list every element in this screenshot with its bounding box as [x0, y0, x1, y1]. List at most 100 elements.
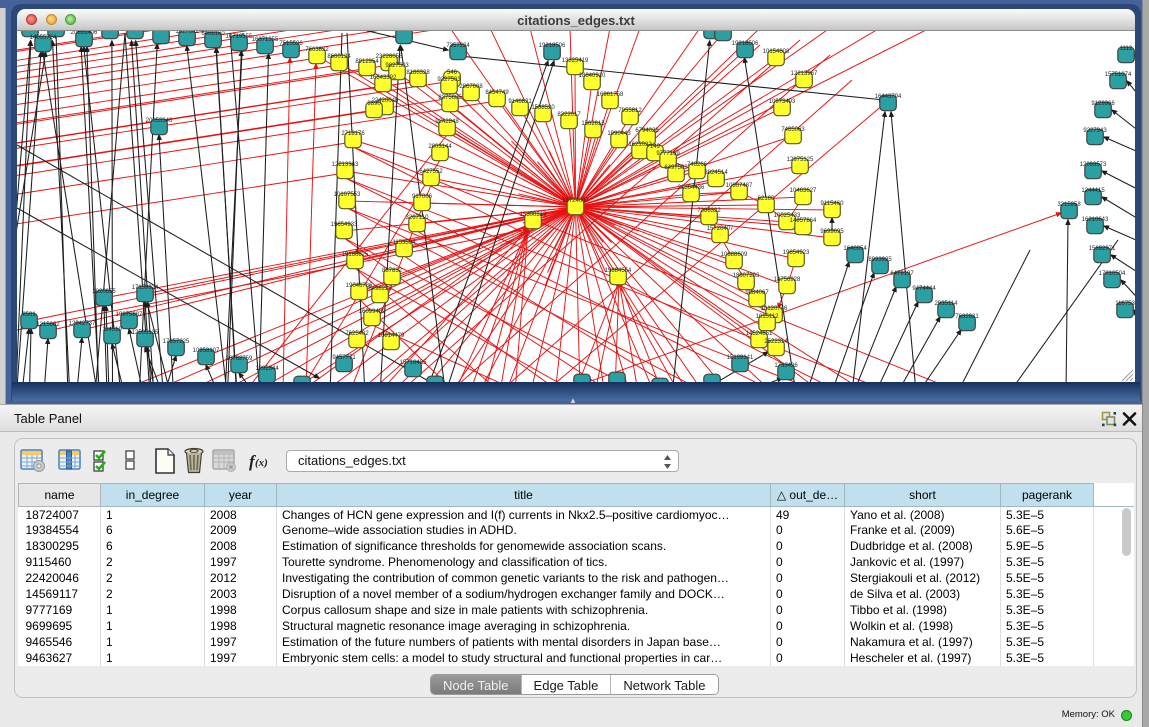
svg-text:7632621: 7632621 — [955, 314, 979, 320]
svg-text:1733426: 1733426 — [774, 363, 798, 369]
svg-text:9457771: 9457771 — [332, 355, 356, 361]
svg-text:15751074: 15751074 — [1105, 72, 1132, 78]
svg-text:149: 149 — [650, 144, 661, 150]
svg-text:7485063: 7485063 — [781, 127, 805, 133]
svg-text:1112: 1112 — [1120, 46, 1133, 52]
svg-text:9474444: 9474444 — [912, 286, 936, 292]
svg-text:12505135: 12505135 — [132, 330, 159, 336]
svg-text:2020655: 2020655 — [92, 289, 116, 295]
svg-text:16914479: 16914479 — [378, 333, 405, 339]
svg-text:16033809: 16033809 — [391, 31, 418, 33]
svg-text:19654923: 19654923 — [783, 250, 810, 256]
svg-text:19975887: 19975887 — [116, 312, 143, 318]
svg-text:23226058: 23226058 — [376, 54, 403, 60]
svg-text:6427552: 6427552 — [419, 169, 443, 175]
svg-text:2867608: 2867608 — [459, 84, 483, 90]
svg-text:12213363: 12213363 — [332, 162, 359, 168]
svg-text:19218506: 19218506 — [732, 41, 759, 47]
svg-text:7357224: 7357224 — [446, 43, 470, 49]
svg-text:887832: 887832 — [382, 268, 403, 274]
svg-text:7955812: 7955812 — [618, 108, 642, 114]
svg-text:10973493: 10973493 — [769, 99, 796, 105]
svg-text:7625402: 7625402 — [345, 331, 369, 337]
svg-text:9242848: 9242848 — [435, 119, 459, 125]
svg-text:12213967: 12213967 — [791, 71, 818, 77]
svg-text:12942737: 12942737 — [69, 321, 96, 327]
svg-text:14524851: 14524851 — [746, 331, 773, 337]
svg-text:16099489: 16099489 — [359, 309, 386, 315]
svg-text:3215958: 3215958 — [1057, 202, 1081, 208]
svg-text:8454749: 8454749 — [485, 90, 509, 96]
svg-text:8501: 8501 — [22, 312, 36, 318]
svg-text:21364436: 21364436 — [678, 185, 705, 191]
svg-text:8660124: 8660124 — [327, 54, 351, 60]
svg-text:10653267: 10653267 — [148, 31, 175, 33]
svg-text:9827503: 9827503 — [385, 63, 409, 69]
svg-text:3267110: 3267110 — [406, 215, 430, 221]
svg-text:9146821: 9146821 — [508, 99, 532, 105]
svg-text:1640954: 1640954 — [843, 246, 867, 252]
svg-text:10958107: 10958107 — [193, 348, 220, 354]
svg-text:1015112: 1015112 — [756, 314, 780, 320]
svg-text:15139141: 15139141 — [727, 355, 754, 361]
svg-text:9129966: 9129966 — [1091, 101, 1115, 107]
svg-text:16961758: 16961758 — [597, 92, 624, 98]
svg-text:8933925: 8933925 — [868, 257, 892, 263]
svg-text:5498222: 5498222 — [368, 286, 392, 292]
svg-text:17957225: 17957225 — [163, 339, 190, 345]
svg-text:9327503: 9327503 — [437, 77, 461, 83]
svg-text:12975125: 12975125 — [787, 157, 814, 163]
svg-text:(x): (x) — [255, 457, 268, 469]
svg-text:116753: 116753 — [1115, 301, 1135, 307]
svg-text:9884067: 9884067 — [745, 290, 769, 296]
svg-text:13325419: 13325419 — [562, 58, 589, 64]
svg-text:10120746: 10120746 — [761, 306, 788, 312]
svg-text:8322017: 8322017 — [557, 112, 581, 118]
svg-text:2522314: 2522314 — [764, 339, 788, 345]
svg-text:1588520: 1588520 — [531, 105, 555, 111]
svg-text:9699695: 9699695 — [820, 229, 844, 235]
svg-text:1244415: 1244415 — [1081, 188, 1105, 194]
svg-text:9227343: 9227343 — [1083, 128, 1107, 134]
svg-text:8186328: 8186328 — [406, 70, 430, 76]
svg-text:18756928: 18756928 — [774, 277, 801, 283]
svg-text:19218506: 19218506 — [539, 43, 566, 49]
svg-text:19654933: 19654933 — [331, 222, 358, 228]
svg-text:14055724: 14055724 — [30, 35, 57, 41]
svg-text:114519: 114519 — [102, 327, 122, 333]
svg-text:546: 546 — [447, 70, 458, 76]
svg-text:17159924: 17159924 — [132, 285, 159, 291]
svg-text:2935114: 2935114 — [935, 301, 959, 307]
svg-text:18724007: 18724007 — [562, 198, 589, 204]
svg-text:19166825: 19166825 — [342, 252, 369, 258]
svg-text:1153594: 1153594 — [393, 240, 417, 246]
svg-text:18640910: 18640910 — [579, 73, 606, 79]
svg-text:9890: 9890 — [367, 101, 381, 107]
svg-text:9115460: 9115460 — [821, 201, 845, 207]
svg-text:15300213: 15300213 — [520, 212, 547, 218]
svg-text:1527602: 1527602 — [175, 31, 199, 35]
svg-text:16443794: 16443794 — [875, 94, 902, 100]
svg-text:7663822: 7663822 — [305, 47, 329, 53]
svg-text:2718176: 2718176 — [341, 131, 365, 137]
svg-text:3824514: 3824514 — [704, 170, 728, 176]
svg-text:9777169: 9777169 — [656, 151, 680, 157]
svg-text:6497503: 6497503 — [664, 165, 688, 171]
svg-text:12093573: 12093573 — [1080, 162, 1107, 168]
svg-text:19384554: 19384554 — [605, 268, 632, 274]
svg-text:6479197: 6479197 — [890, 271, 914, 277]
svg-text:6794028: 6794028 — [635, 128, 659, 134]
svg-text:8375685: 8375685 — [438, 95, 462, 101]
svg-text:10688609: 10688609 — [721, 252, 748, 258]
svg-text:6466160: 6466160 — [201, 31, 225, 37]
svg-text:20891406: 20891406 — [71, 31, 98, 36]
svg-text:15692971: 15692971 — [1089, 246, 1116, 252]
svg-text:1990443: 1990443 — [607, 131, 631, 137]
svg-text:16543392: 16543392 — [370, 75, 397, 81]
svg-text:14957864: 14957864 — [790, 218, 817, 224]
svg-text:917006: 917006 — [412, 194, 433, 200]
svg-text:10463627: 10463627 — [790, 188, 817, 194]
svg-text:20053346: 20053346 — [146, 118, 173, 124]
svg-text:7386322: 7386322 — [697, 208, 721, 214]
svg-text:1215682: 1215682 — [36, 322, 60, 328]
